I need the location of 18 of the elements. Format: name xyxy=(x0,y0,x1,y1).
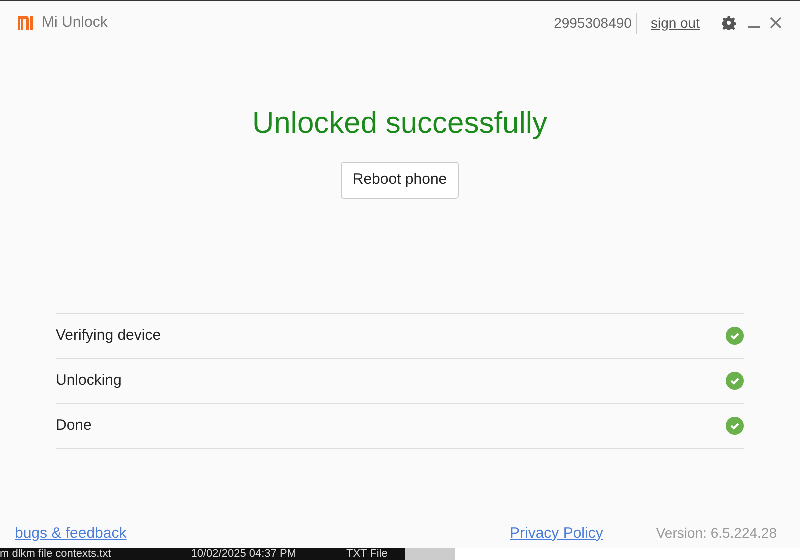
version-label: Version: 6.5.224.28 xyxy=(656,524,777,544)
mi-logo-icon xyxy=(18,16,34,30)
step-label: Done xyxy=(56,416,92,436)
feedback-link[interactable]: bugs & feedback xyxy=(15,522,127,545)
account-id: 2995308490 xyxy=(554,12,637,34)
file-date: 10/02/2025 04:37 PM xyxy=(191,548,296,560)
file-name: m dlkm file contexts.txt xyxy=(0,548,112,560)
step-label: Unlocking xyxy=(56,370,122,391)
reboot-button[interactable]: Reboot phone xyxy=(340,162,460,199)
privacy-policy-link[interactable]: Privacy Policy xyxy=(510,522,604,545)
window-title: Mi Unlock xyxy=(42,12,108,33)
window-edge xyxy=(405,548,455,560)
settings-icon[interactable] xyxy=(722,16,736,30)
sign-out-link[interactable]: sign out xyxy=(650,12,700,34)
file-type: TXT File xyxy=(346,548,388,560)
step-label: Verifying device xyxy=(56,326,162,346)
close-icon[interactable] xyxy=(770,17,782,29)
success-heading: Unlocked successfully xyxy=(252,106,548,142)
